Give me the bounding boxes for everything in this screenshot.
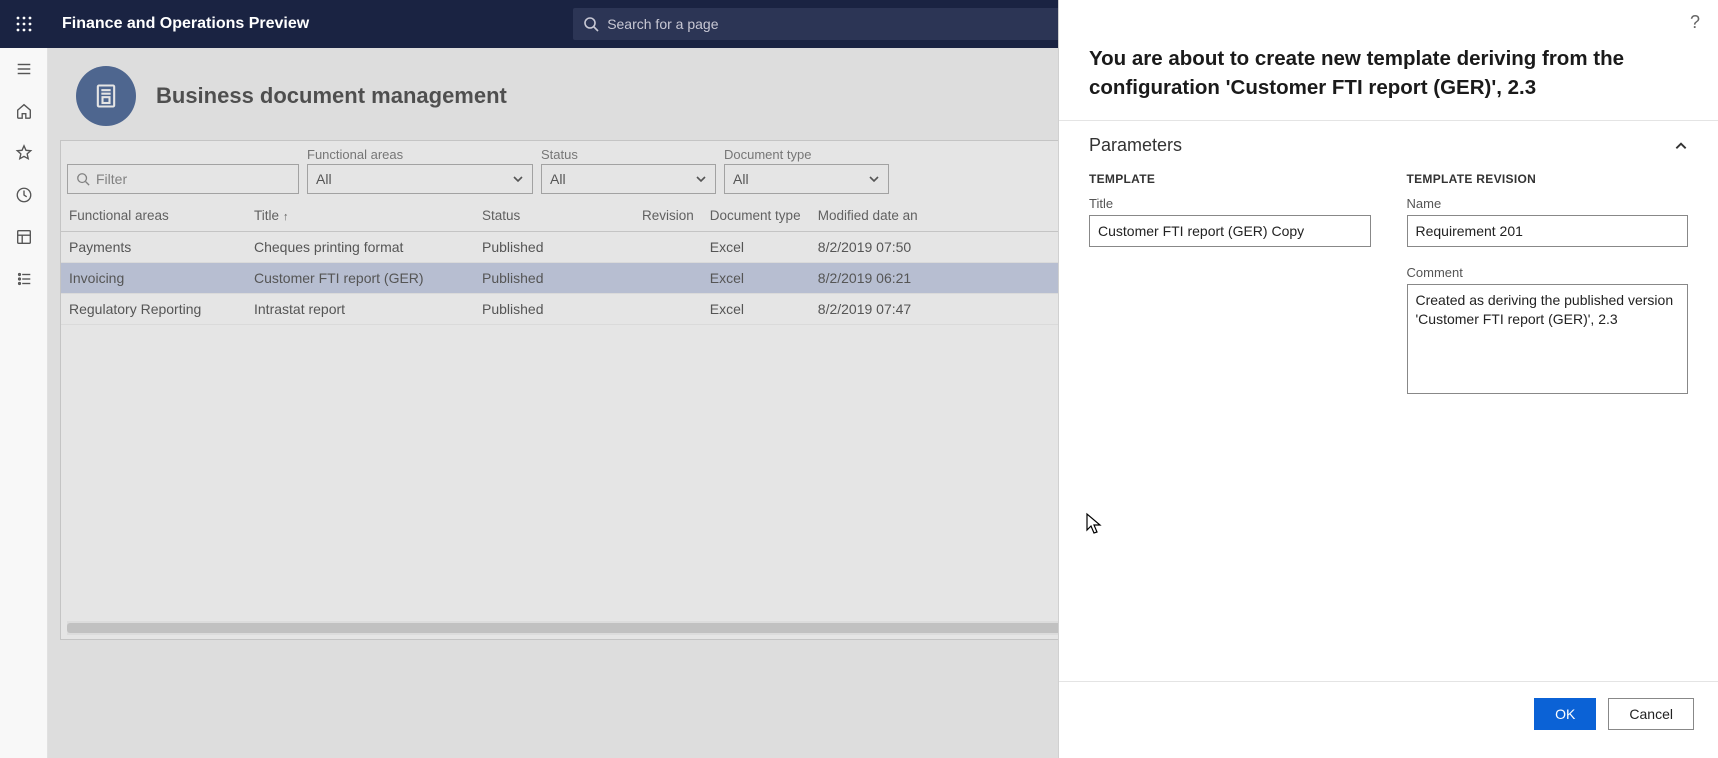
filter-value: All xyxy=(316,171,332,187)
cell-revision xyxy=(634,263,702,294)
cell-status: Published xyxy=(474,263,634,294)
col-functional-areas[interactable]: Functional areas xyxy=(61,200,246,232)
comment-label: Comment xyxy=(1407,265,1689,280)
filter-label: Status xyxy=(541,147,716,162)
col-revision[interactable]: Revision xyxy=(634,200,702,232)
title-input[interactable] xyxy=(1089,215,1371,247)
ok-button[interactable]: OK xyxy=(1534,698,1596,730)
chevron-down-icon xyxy=(695,173,707,185)
nav-hamburger-icon[interactable] xyxy=(0,48,48,90)
search-placeholder: Search for a page xyxy=(607,16,718,32)
help-icon[interactable]: ? xyxy=(1690,12,1700,33)
filter-label: Document type xyxy=(724,147,889,162)
nav-recent-icon[interactable] xyxy=(0,174,48,216)
title-label: Title xyxy=(1089,196,1371,211)
filter-status-select[interactable]: All xyxy=(541,164,716,194)
revision-column: TEMPLATE REVISION Name Comment xyxy=(1407,172,1689,417)
chevron-down-icon xyxy=(512,173,524,185)
nav-modules-icon[interactable] xyxy=(0,258,48,300)
panel-heading: You are about to create new template der… xyxy=(1059,0,1718,121)
cell-functional-area: Payments xyxy=(61,232,246,263)
cell-revision xyxy=(634,294,702,325)
filter-placeholder: Filter xyxy=(96,171,127,187)
create-template-panel: ? You are about to create new template d… xyxy=(1058,0,1718,758)
cell-status: Published xyxy=(474,232,634,263)
sort-ascending-icon: ↑ xyxy=(283,211,289,223)
comment-textarea[interactable] xyxy=(1407,284,1689,394)
name-label: Name xyxy=(1407,196,1689,211)
page-icon xyxy=(76,66,136,126)
col-title[interactable]: Title↑ xyxy=(246,200,474,232)
filter-document-type: Document type All xyxy=(724,147,889,194)
panel-footer: OK Cancel xyxy=(1059,681,1718,758)
nav-workspaces-icon[interactable] xyxy=(0,216,48,258)
cell-status: Published xyxy=(474,294,634,325)
filter-icon xyxy=(76,172,90,186)
cell-title: Intrastat report xyxy=(246,294,474,325)
filter-value: All xyxy=(733,171,749,187)
filter-document-type-select[interactable]: All xyxy=(724,164,889,194)
col-status[interactable]: Status xyxy=(474,200,634,232)
cell-functional-area: Invoicing xyxy=(61,263,246,294)
template-section-label: TEMPLATE xyxy=(1089,172,1371,186)
chevron-down-icon xyxy=(868,173,880,185)
app-launcher-icon[interactable] xyxy=(0,0,48,48)
template-column: TEMPLATE Title xyxy=(1089,172,1371,417)
filter-label: Functional areas xyxy=(307,147,533,162)
filter-value: All xyxy=(550,171,566,187)
filter-input[interactable]: Filter xyxy=(67,164,299,194)
cell-title: Customer FTI report (GER) xyxy=(246,263,474,294)
col-document-type[interactable]: Document type xyxy=(702,200,810,232)
parameters-header[interactable]: Parameters xyxy=(1059,121,1718,166)
app-title: Finance and Operations Preview xyxy=(48,15,323,33)
parameters-label: Parameters xyxy=(1089,135,1182,156)
revision-section-label: TEMPLATE REVISION xyxy=(1407,172,1689,186)
left-nav-rail xyxy=(0,48,48,758)
cell-functional-area: Regulatory Reporting xyxy=(61,294,246,325)
name-input[interactable] xyxy=(1407,215,1689,247)
nav-home-icon[interactable] xyxy=(0,90,48,132)
global-search[interactable]: Search for a page xyxy=(573,8,1113,40)
cancel-button[interactable]: Cancel xyxy=(1608,698,1694,730)
parameters-body: TEMPLATE Title TEMPLATE REVISION Name Co… xyxy=(1059,166,1718,417)
mouse-cursor-icon xyxy=(1085,512,1105,536)
filter-status: Status All xyxy=(541,147,716,194)
nav-favorites-icon[interactable] xyxy=(0,132,48,174)
chevron-up-icon xyxy=(1674,139,1688,153)
cell-doctype: Excel xyxy=(702,263,810,294)
cell-title: Cheques printing format xyxy=(246,232,474,263)
search-icon xyxy=(583,16,599,32)
page-title: Business document management xyxy=(156,83,507,109)
cell-doctype: Excel xyxy=(702,232,810,263)
filter-functional-areas-select[interactable]: All xyxy=(307,164,533,194)
cell-doctype: Excel xyxy=(702,294,810,325)
filter-functional-areas: Functional areas All xyxy=(307,147,533,194)
cell-revision xyxy=(634,232,702,263)
